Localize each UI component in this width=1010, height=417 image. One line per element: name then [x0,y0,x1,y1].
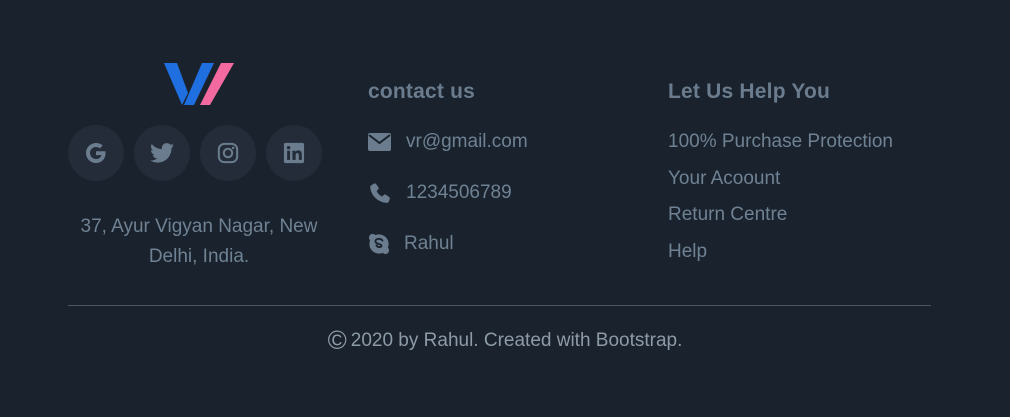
help-links: 100% Purchase Protection Your Acoount Re… [668,128,893,274]
instagram-icon [217,142,239,164]
footer: 37, Ayur Vigyan Nagar, New Delhi, India.… [0,0,1010,417]
help-link-return-centre[interactable]: Return Centre [668,201,893,238]
skype-text: Rahul [404,233,454,254]
help-link-help[interactable]: Help [668,238,893,275]
skype-icon [368,232,392,256]
twitter-button[interactable] [134,125,190,181]
w-logo-icon[interactable] [164,60,234,105]
copyright: © 2020 by Rahul. Created with Bootstrap. [0,325,1010,355]
contact-email[interactable]: vr@gmail.com [368,130,528,154]
email-text: vr@gmail.com [406,131,528,152]
address: 37, Ayur Vigyan Nagar, New Delhi, India. [80,216,318,267]
contact-phone[interactable]: 1234506789 [368,181,512,205]
phone-text: 1234506789 [406,182,512,203]
envelope-icon [368,130,392,154]
contact-skype[interactable]: Rahul [368,232,454,256]
google-icon [86,143,106,163]
twitter-icon [150,143,174,163]
linkedin-button[interactable] [266,125,322,181]
divider [68,305,931,306]
contact-heading: contact us [368,80,476,103]
copyright-text: 2020 by Rahul. Created with Bootstrap. [350,330,683,351]
help-link-purchase-protection[interactable]: 100% Purchase Protection [668,128,893,165]
social-links [68,125,322,181]
phone-icon [368,181,392,205]
help-heading: Let Us Help You [668,80,831,103]
copyright-icon: © [327,325,347,355]
linkedin-icon [283,142,305,164]
google-button[interactable] [68,125,124,181]
help-link-your-account[interactable]: Your Acoount [668,165,893,202]
instagram-button[interactable] [200,125,256,181]
